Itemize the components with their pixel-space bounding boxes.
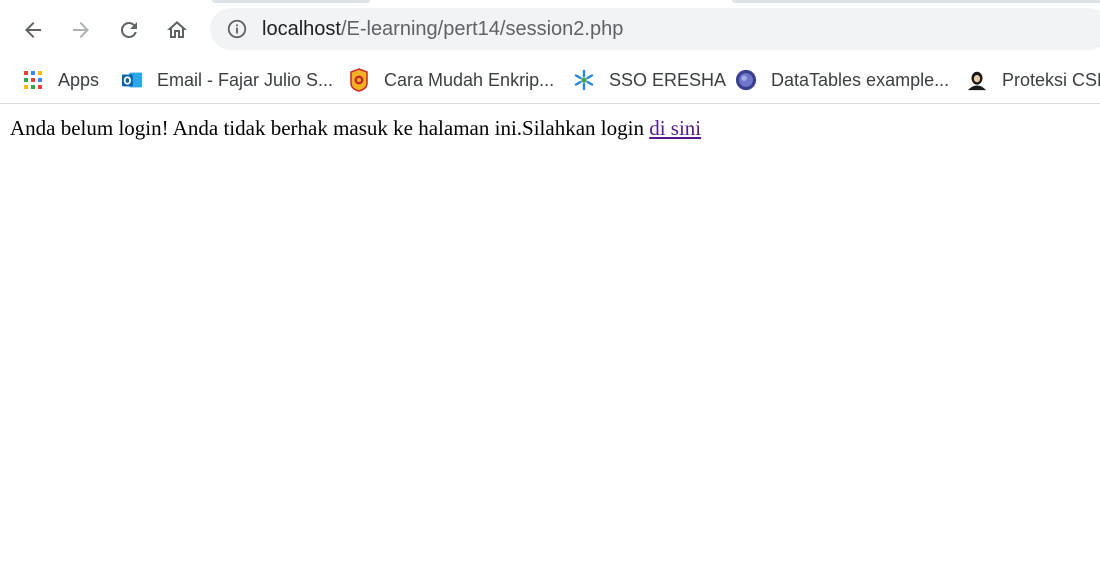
bookmark-apps[interactable]: Apps	[22, 65, 99, 95]
sso-icon	[573, 69, 595, 91]
bookmark-email[interactable]: Email - Fajar Julio S...	[121, 65, 333, 95]
tab-strip-edge	[732, 0, 1100, 3]
reload-icon	[120, 21, 137, 38]
home-icon	[167, 21, 187, 38]
url-path: /E-learning/pert14/session2.php	[340, 18, 624, 40]
forward-button[interactable]	[65, 14, 97, 46]
reload-button[interactable]	[113, 14, 145, 46]
bookmark-label: Cara Mudah Enkrip...	[384, 69, 555, 90]
bookmark-cara-mudah[interactable]: Cara Mudah Enkrip...	[348, 65, 554, 95]
page-content: Anda belum login! Anda tidak berhak masu…	[10, 116, 701, 141]
bookmark-label: DataTables example...	[771, 69, 950, 90]
datatables-icon	[735, 69, 757, 91]
back-button[interactable]	[17, 14, 49, 46]
bookmark-label: Apps	[58, 69, 100, 90]
bookmark-label: Email - Fajar Julio S...	[157, 69, 334, 90]
url-text[interactable]: localhost/E-learning/pert14/session2.php	[262, 17, 623, 41]
login-link[interactable]: di sini	[649, 116, 701, 140]
url-host: localhost	[262, 18, 341, 40]
bookmark-label: SSO ERESHA	[609, 69, 727, 90]
address-bar[interactable]: localhost/E-learning/pert14/session2.php	[210, 8, 1100, 50]
home-button[interactable]	[161, 14, 193, 46]
bookmark-proteksi-csr[interactable]: Proteksi CSR	[966, 65, 1100, 95]
bookmark-sso-eresha[interactable]: SSO ERESHA	[573, 65, 726, 95]
browser-toolbar: localhost/E-learning/pert14/session2.php	[0, 0, 1100, 57]
forward-arrow-icon	[73, 22, 89, 38]
back-arrow-icon	[25, 22, 41, 38]
avatar-icon	[966, 69, 988, 91]
info-icon[interactable]	[226, 18, 248, 40]
bookmark-label: Proteksi CSR	[1002, 69, 1100, 90]
bookmark-datatables[interactable]: DataTables example...	[735, 65, 949, 95]
bookmarks-bar: Apps Email - Fajar Julio S... Cara Mudah…	[0, 57, 1100, 104]
not-logged-in-message: Anda belum login! Anda tidak berhak masu…	[10, 116, 650, 140]
apps-grid-icon	[22, 69, 44, 91]
badge-icon	[348, 68, 370, 92]
outlook-icon	[121, 69, 143, 91]
tab-strip-edge	[212, 0, 370, 3]
